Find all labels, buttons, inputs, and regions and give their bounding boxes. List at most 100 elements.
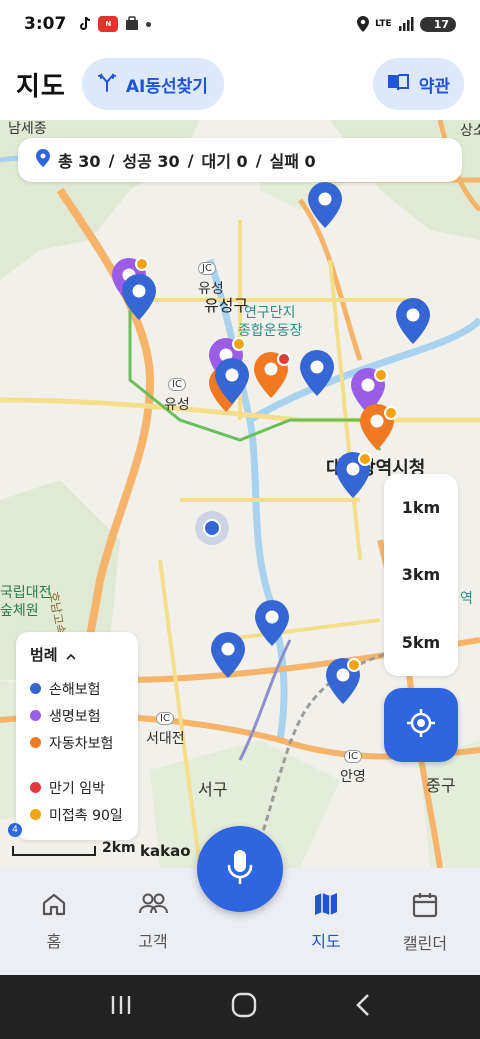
- map-label-junggu: 중구: [426, 776, 456, 795]
- summary-bar: 총 30 / 성공 30 / 대기 0 / 실패 0: [18, 138, 462, 182]
- battery-indicator: 17: [419, 16, 456, 32]
- legend-item: 손해보험: [30, 675, 124, 702]
- microphone-icon: [226, 849, 254, 889]
- nav-calendar[interactable]: 캘린더: [385, 892, 465, 954]
- calendar-icon: [412, 892, 438, 922]
- status-right: LTE 17: [357, 16, 456, 32]
- map-label-yuseong-ic: 유성: [164, 397, 190, 413]
- legend-dot-expiring: [30, 782, 41, 793]
- no-contact-badge: [347, 658, 361, 672]
- legend-item: 생명보험: [30, 702, 124, 729]
- nav-home-label: 홈: [46, 932, 62, 951]
- no-contact-badge: [358, 452, 372, 466]
- summary-separator: /: [255, 150, 262, 170]
- shopping-icon: [124, 16, 140, 32]
- no-contact-badge: [135, 257, 149, 271]
- map-label-sports-ground: 종합운동장: [238, 323, 303, 339]
- status-bar: 3:07 N LTE 17: [0, 0, 480, 48]
- map-label-forest-2: 숲체원: [0, 603, 39, 619]
- legend-label: 미접촉 90일: [49, 807, 123, 824]
- map-pin-damage[interactable]: [214, 358, 250, 404]
- route-fork-icon: [97, 72, 116, 97]
- legend-title: 범례: [30, 646, 58, 664]
- map-badge-ic-3: IC: [344, 750, 362, 763]
- legend-dot-life: [30, 710, 41, 721]
- legend-dot-damage: [30, 683, 41, 694]
- map-pin-damage[interactable]: [307, 182, 343, 228]
- map-view[interactable]: 남세종 상소 JC 유성 유성구 연구단지 종합운동장 IC 유성 대전광역시청…: [0, 120, 480, 868]
- locate-me-button[interactable]: [384, 688, 458, 762]
- nav-customers-label: 고객: [138, 932, 168, 951]
- summary-separator: /: [187, 150, 194, 170]
- legend-dot-auto: [30, 737, 41, 748]
- map-pin-damage[interactable]: [299, 350, 335, 396]
- recent-apps-icon[interactable]: [109, 994, 133, 1020]
- ai-route-label: AI동선찾기: [125, 76, 208, 97]
- map-pin-damage[interactable]: [254, 600, 290, 646]
- status-time: 3:07: [24, 14, 67, 34]
- map-label-namsejong: 남세종: [8, 121, 47, 137]
- summary-failed: 실패 0: [269, 152, 316, 171]
- scale-label: 2km: [102, 840, 136, 856]
- current-location-marker: [195, 511, 229, 545]
- nav-customers[interactable]: 고객: [113, 892, 193, 952]
- map-label-yuseong-gu: 유성구: [204, 296, 249, 315]
- distance-option-5km[interactable]: 5km: [402, 633, 440, 652]
- nav-map[interactable]: 지도: [286, 892, 366, 952]
- legend-item: 자동차보험: [30, 729, 124, 756]
- back-icon[interactable]: [355, 993, 371, 1021]
- map-badge-ic-2: IC: [156, 712, 174, 725]
- home-system-icon[interactable]: [231, 992, 257, 1022]
- scale-bar: [12, 846, 96, 856]
- terms-button[interactable]: 약관: [372, 58, 464, 110]
- map-label-research-complex: 연구단지: [244, 305, 296, 321]
- no-contact-badge: [232, 337, 246, 351]
- book-icon: [387, 73, 409, 96]
- legend-label: 자동차보험: [49, 735, 114, 752]
- distance-option-1km[interactable]: 1km: [402, 498, 440, 517]
- map-label-anyeong: 안영: [340, 769, 366, 785]
- people-icon: [138, 892, 168, 920]
- tiktok-icon: [78, 16, 92, 32]
- expiring-badge: [277, 352, 291, 366]
- home-icon: [41, 892, 67, 920]
- map-badge-jc: JC: [198, 262, 216, 275]
- map-scale: 2km: [12, 840, 136, 856]
- legend-label: 생명보험: [49, 708, 101, 725]
- summary-waiting: 대기 0: [201, 152, 248, 171]
- voice-input-button[interactable]: [197, 826, 283, 912]
- legend-header[interactable]: 범례: [30, 644, 124, 665]
- map-label-seogu: 서구: [198, 780, 228, 799]
- legend-label: 만기 임박: [49, 780, 105, 797]
- summary-success: 성공 30: [122, 152, 180, 171]
- more-notifications-dot: [146, 21, 152, 27]
- map-pin-damage[interactable]: [121, 274, 157, 320]
- chevron-up-icon: [66, 646, 76, 664]
- legend-item: 만기 임박: [30, 774, 124, 801]
- summary-total: 총 30: [58, 152, 101, 171]
- signal-icon: [398, 17, 414, 31]
- map-pin-damage[interactable]: [210, 632, 246, 678]
- ai-route-button[interactable]: AI동선찾기: [81, 58, 224, 110]
- location-icon: [357, 16, 370, 32]
- page-title: 지도: [16, 71, 66, 102]
- notification-icons: N: [78, 16, 152, 32]
- map-provider-logo: kakao: [140, 842, 191, 860]
- map-icon: [313, 892, 339, 920]
- legend-dot-no-contact: [30, 809, 41, 820]
- map-pin-damage[interactable]: [395, 298, 431, 344]
- nav-home[interactable]: 홈: [14, 892, 94, 952]
- distance-panel: 1km 3km 5km: [384, 474, 458, 676]
- map-label-forest-1: 국립대전: [0, 585, 52, 601]
- map-label-seodaejeon: 서대전: [146, 731, 185, 747]
- nav-calendar-label: 캘린더: [402, 934, 448, 953]
- nav-map-label: 지도: [311, 932, 341, 951]
- map-label-sangso: 상소: [460, 123, 480, 139]
- crosshair-icon: [406, 708, 436, 742]
- map-label-station: 역: [460, 591, 473, 607]
- legend-item: 미접촉 90일: [30, 801, 124, 828]
- news-icon: N: [98, 16, 119, 32]
- no-contact-badge: [384, 406, 398, 420]
- no-contact-badge: [374, 368, 388, 382]
- distance-option-3km[interactable]: 3km: [402, 565, 440, 584]
